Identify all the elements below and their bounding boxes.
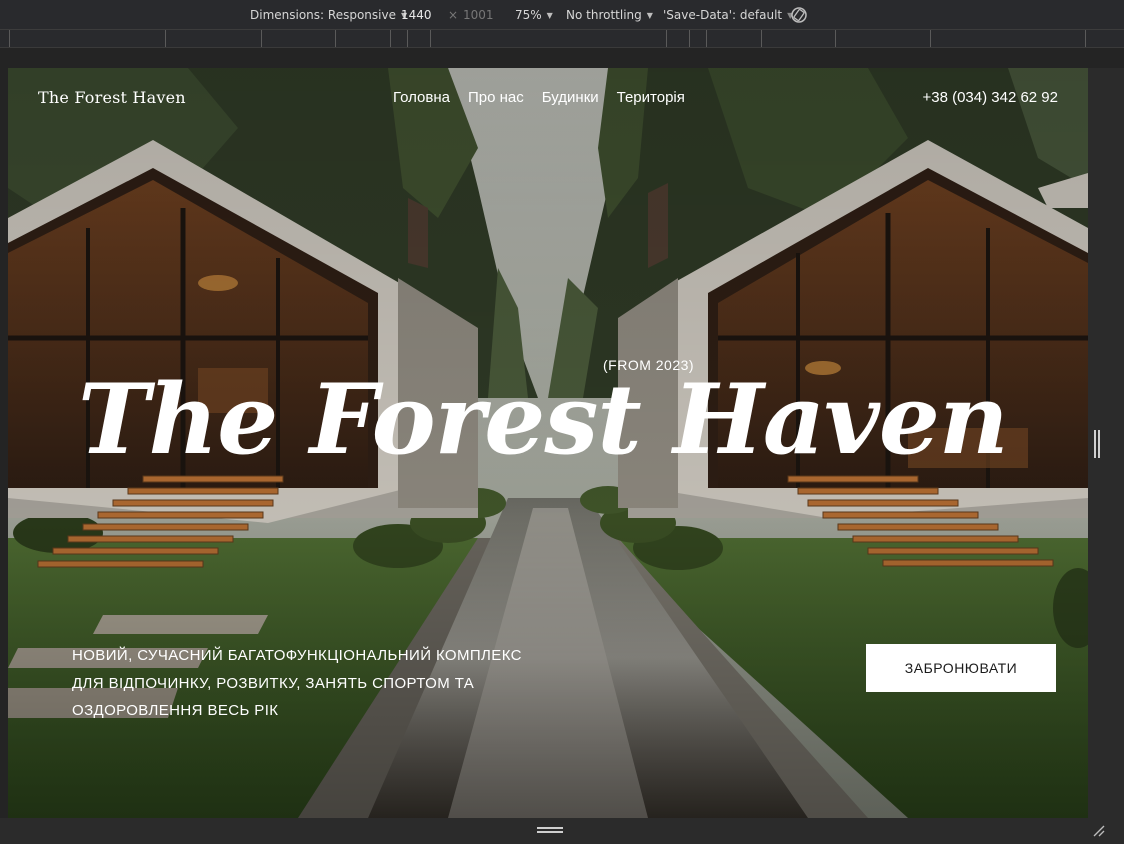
- throttling-dropdown[interactable]: No throttling ▼: [566, 8, 653, 22]
- hero-title: The Forest Haven: [78, 363, 1009, 476]
- caret-down-icon: ▼: [646, 10, 653, 20]
- resize-corner-icon[interactable]: [1092, 824, 1106, 838]
- zoom-label: 75%: [515, 8, 542, 22]
- book-button[interactable]: ЗАБРОНЮВАТИ: [866, 644, 1056, 692]
- nav-link-about[interactable]: Про нас: [468, 89, 524, 106]
- nav-link-houses[interactable]: Будинки: [542, 89, 599, 106]
- dimensions-label: Dimensions: Responsive: [250, 8, 396, 22]
- save-data-label: 'Save-Data': default: [663, 8, 783, 22]
- phone-number[interactable]: +38 (034) 342 62 92: [922, 89, 1058, 106]
- nav-link-home[interactable]: Головна: [393, 89, 450, 106]
- zoom-dropdown[interactable]: 75% ▼: [515, 8, 553, 22]
- media-query-ruler: [0, 30, 1124, 48]
- resize-handle-bottom-icon[interactable]: [537, 827, 563, 835]
- times-symbol: ×: [448, 8, 459, 22]
- page-viewport: The Forest Haven Головна Про нас Будинки…: [8, 68, 1088, 818]
- throttling-label: No throttling: [566, 8, 642, 22]
- site-logo[interactable]: The Forest Haven: [38, 88, 186, 107]
- dimensions-dropdown[interactable]: Dimensions: Responsive ▼: [250, 8, 407, 22]
- device-toolbar: Dimensions: Responsive ▼ 1440 × 1001 75%…: [0, 0, 1124, 30]
- save-data-dropdown[interactable]: 'Save-Data': default ▼: [663, 8, 793, 22]
- hero-tagline: НОВИЙ, СУЧАСНИЙ БАГАТОФУНКЦІОНАЛЬНИЙ КОМ…: [72, 647, 522, 719]
- caret-down-icon: ▼: [546, 10, 553, 20]
- nav-link-territory[interactable]: Територія: [617, 89, 685, 106]
- height-input[interactable]: 1001: [463, 8, 494, 22]
- width-input[interactable]: 1440: [401, 8, 432, 22]
- site-nav: Головна Про нас Будинки Територія: [393, 89, 685, 106]
- rotate-icon[interactable]: [790, 6, 808, 24]
- resize-handle-right-icon[interactable]: [1094, 430, 1102, 458]
